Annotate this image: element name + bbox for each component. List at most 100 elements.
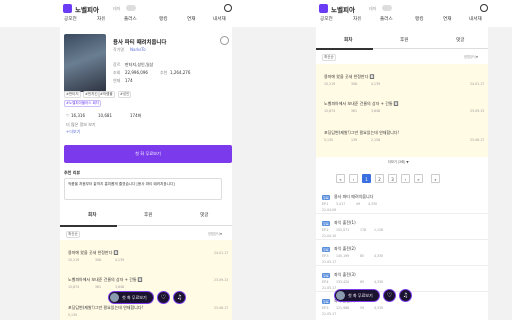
- episode-title[interactable]: 노벨피아에서 보내준 건물의 상자 + 간통 🔲: [68, 277, 143, 283]
- floating-read-button[interactable]: 첫 화 무료보기: [108, 291, 154, 304]
- episode-views: 15,219: [68, 258, 80, 262]
- search-icon[interactable]: ⌕: [431, 174, 440, 183]
- episode-title[interactable]: 좌익 출전(2): [334, 246, 356, 252]
- pagination-next[interactable]: ›: [401, 174, 410, 183]
- theme-toggle[interactable]: [382, 5, 392, 11]
- nav-tab[interactable]: 공모전: [64, 16, 77, 22]
- theme-label: 테마: [369, 6, 377, 11]
- episode-date: 23.06.17: [214, 306, 229, 310]
- like-circle-icon[interactable]: ♡: [383, 289, 396, 302]
- episode-views: 5,130: [68, 313, 78, 317]
- logo[interactable]: 노벨피아: [75, 4, 99, 14]
- episode-recs: 308: [95, 258, 102, 262]
- likes-icon[interactable]: ♡: [66, 113, 70, 118]
- episode-comments: 4,330: [374, 254, 384, 258]
- nav-tab[interactable]: 랭킹: [159, 16, 167, 22]
- more-button[interactable]: 더보기 (3화) ▼: [388, 159, 409, 164]
- episode-date: 23.06.17: [470, 138, 485, 142]
- episode-title[interactable]: 용마에 왔을 곳새 한정판다 🔲: [324, 74, 375, 80]
- bell-icon[interactable]: ♫: [399, 289, 412, 302]
- episode-comments: 4,330: [374, 306, 384, 310]
- tab-support[interactable]: 후원: [400, 37, 408, 43]
- logo-icon[interactable]: [319, 4, 328, 13]
- notice-episodes: 용마에 왔을 곳새 한정판다 🔲 24.01.17 15,219 308 4,1…: [316, 64, 488, 157]
- free-badge: 무료: [322, 195, 330, 200]
- left-panel: 노벨피아 테마 공모전 자유 플러스 랭킹 연재 내서재 용사 파티 때려치웁니…: [0, 0, 256, 320]
- sort-badge[interactable]: 최신순: [322, 54, 336, 61]
- avatar: [110, 293, 119, 302]
- episode-views: 133,420: [336, 280, 350, 284]
- episode-recs: 65: [360, 280, 365, 284]
- episode-date: 23.09.13: [470, 109, 485, 113]
- episode-views: 152,571: [336, 228, 350, 232]
- tag[interactable]: #하렘물: [98, 91, 115, 98]
- tab-underline: [60, 225, 117, 227]
- nav-tab[interactable]: 내서재: [469, 16, 482, 22]
- notice-more-link[interactable]: +더보기: [66, 129, 80, 135]
- nav-tab[interactable]: 연재: [443, 16, 451, 22]
- episode-comments: 4,139: [115, 258, 125, 262]
- bell-icon[interactable]: ♫: [173, 291, 186, 304]
- floating-read-button[interactable]: 첫 화 무료보기: [334, 289, 380, 302]
- logo-icon[interactable]: [63, 4, 72, 13]
- episode-title[interactable]: 용사 파티 때려치웁니다: [334, 194, 373, 200]
- nav-tab[interactable]: 공모전: [320, 16, 333, 22]
- page-1[interactable]: 1: [362, 174, 371, 183]
- list-item[interactable]: 무료 용사 파티 때려치웁니다 EP.1 3,417 49 4,330 21.0…: [316, 190, 488, 214]
- tab-comments[interactable]: 댓글: [456, 37, 464, 43]
- tab-support[interactable]: 후원: [144, 212, 152, 218]
- like-circle-icon[interactable]: ♡: [157, 291, 170, 304]
- episode-recs: 59: [360, 306, 365, 310]
- logo[interactable]: 노벨피아: [331, 4, 355, 14]
- share-icon[interactable]: [220, 36, 229, 45]
- nav-tab[interactable]: 연재: [187, 16, 195, 22]
- author-label: 작가명: [113, 47, 125, 52]
- page-2[interactable]: 2: [375, 174, 384, 183]
- novel-cover: [64, 34, 106, 92]
- nav-tab[interactable]: 자유: [97, 16, 105, 22]
- right-gutter: [488, 27, 512, 320]
- sort-badge[interactable]: 최신순: [66, 231, 80, 238]
- tag[interactable]: #판타지: [64, 91, 81, 98]
- list-item[interactable]: 무료 좌익 출전(2) EP.3 145,199 85 4,330 21.05.…: [316, 242, 488, 266]
- notice-episodes: 용마에 왔을 곳새 한정판다 🔲 24.01.17 15,219 308 4,1…: [60, 240, 232, 320]
- user-icon[interactable]: [224, 4, 232, 12]
- nav-tab[interactable]: 내서재: [213, 16, 226, 22]
- episode-title[interactable]: 포딩답변(제발!)그만 필요있는데 연재합니다!: [68, 305, 143, 311]
- page-3[interactable]: 3: [388, 174, 397, 183]
- episode-comments: 3,848: [371, 109, 381, 113]
- episode-title[interactable]: 포딩답변(제발!)그만 필요있는데 연재합니다!: [324, 130, 399, 136]
- episode-recs: 308: [351, 82, 358, 86]
- theme-toggle[interactable]: [126, 5, 136, 11]
- review-card[interactable]: 작품을 처음부터 끝까지 흥미롭게 즐겼습니다 [용사 파티 때려치웁니다]: [64, 178, 222, 200]
- episode-date: 24.01.17: [470, 82, 485, 86]
- sort-dropdown[interactable]: 정렬방식▼: [208, 231, 222, 236]
- episode-number: EP.5: [322, 306, 329, 310]
- views-label: 조회: [113, 70, 121, 75]
- tag[interactable]: #성인: [118, 91, 132, 98]
- episode-title[interactable]: 좌익 출전(1): [334, 220, 356, 226]
- episode-recs: 49: [356, 202, 361, 206]
- read-first-button[interactable]: 첫 화 무료보기: [64, 145, 232, 163]
- episode-comments: 2,158: [371, 138, 381, 142]
- tab-episodes[interactable]: 회차: [88, 212, 96, 218]
- nav-tab[interactable]: 자유: [353, 16, 361, 22]
- episode-title[interactable]: 좌익 출전(3): [334, 272, 356, 278]
- tab-comments[interactable]: 댓글: [200, 212, 208, 218]
- episode-recs: 178: [360, 228, 367, 232]
- nav-tab[interactable]: 플러스: [124, 16, 137, 22]
- user-icon[interactable]: [480, 4, 488, 12]
- episode-comments: 4,330: [374, 280, 384, 284]
- left-gutter: [256, 27, 316, 320]
- nav-tab[interactable]: 플러스: [380, 16, 393, 22]
- sort-dropdown[interactable]: 정렬방식▼: [464, 54, 478, 59]
- pagination-last[interactable]: »: [414, 174, 423, 183]
- list-item[interactable]: 무료 좌익 출전(1) EP.2 152,571 178 1,126 21.04…: [316, 216, 488, 240]
- tab-episodes[interactable]: 회차: [344, 37, 352, 43]
- episode-title[interactable]: 노벨피아에서 보내준 건물의 상자 + 간통 🔲: [324, 101, 399, 107]
- author-link[interactable]: NarksTo: [130, 47, 146, 52]
- nav-tab[interactable]: 랭킹: [415, 16, 423, 22]
- episode-title[interactable]: 용마에 왔을 곳새 한정판다 🔲: [68, 250, 119, 256]
- pagination-prev[interactable]: ‹: [349, 174, 358, 183]
- pagination-first[interactable]: «: [336, 174, 345, 183]
